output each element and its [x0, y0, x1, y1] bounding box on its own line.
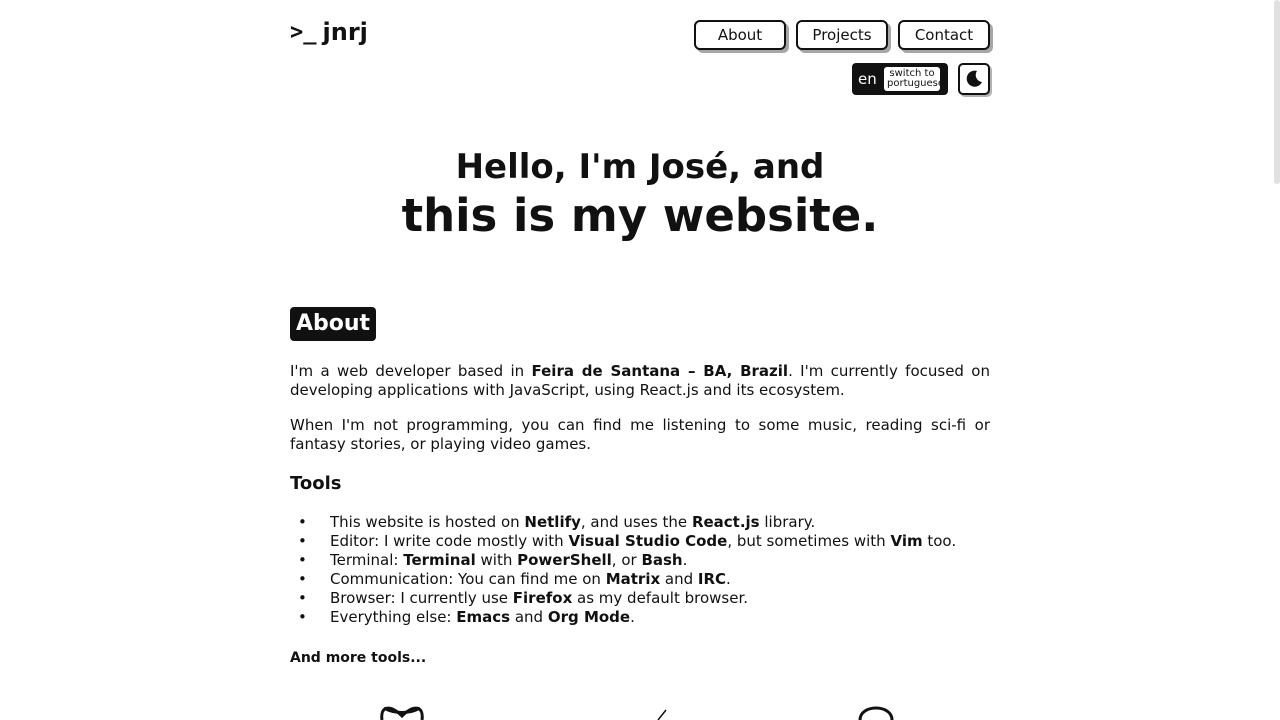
item-text: Everything else: — [330, 608, 457, 626]
item-bold: Vim — [890, 532, 923, 550]
switch-language-label-2: portuguese — [887, 78, 945, 89]
language-code: en — [858, 70, 877, 88]
item-text: , but sometimes with — [727, 532, 891, 550]
more-tools-icons — [290, 700, 990, 720]
list-item: Browser: I currently use Firefox as my d… — [298, 589, 956, 608]
about-p1-text-a: I'm a web developer based in — [290, 362, 532, 380]
main-nav: About Projects Contact — [694, 20, 990, 50]
hero-heading: Hello, I'm José, and this is my website. — [290, 144, 990, 242]
about-location: Feira de Santana – BA, Brazil — [531, 362, 789, 380]
tool-logo-icon — [380, 706, 424, 720]
language-toggle[interactable]: en switch to portuguese — [852, 63, 948, 95]
list-item: Editor: I write code mostly with Visual … — [298, 532, 957, 551]
nav-about-button[interactable]: About — [694, 20, 786, 50]
list-item: Everything else: Emacs and Org Mode. — [298, 608, 956, 627]
theme-toggle-button[interactable] — [958, 63, 990, 95]
item-bold: Bash — [641, 551, 683, 569]
tools-heading: Tools — [290, 473, 342, 494]
about-paragraph-2: When I'm not programming, you can find m… — [290, 416, 990, 453]
scrollbar[interactable] — [1274, 0, 1280, 184]
nav-contact-button[interactable]: Contact — [898, 20, 990, 50]
more-tools-label: And more tools... — [290, 650, 427, 666]
list-item: Terminal: Terminal with PowerShell, or B… — [298, 551, 956, 570]
item-text: and — [660, 570, 698, 588]
switch-language-button[interactable]: switch to portuguese — [884, 67, 944, 91]
nav-projects-button[interactable]: Projects — [796, 20, 888, 50]
item-text: , and uses the — [580, 513, 692, 531]
item-text: Browser: I currently use — [330, 589, 513, 607]
site-name: jnrj — [322, 18, 368, 46]
hero-line-1: Hello, I'm José, and — [455, 147, 825, 187]
item-bold: Org Mode — [547, 608, 631, 626]
item-bold: Netlify — [524, 513, 581, 531]
tool-logo-icon — [657, 709, 667, 720]
item-bold: Emacs — [456, 608, 511, 626]
item-text: Communication: You can find me on — [330, 570, 606, 588]
item-text: Terminal: — [330, 551, 404, 569]
tools-list: This website is hosted on Netlify, and u… — [298, 513, 957, 627]
moon-icon — [966, 70, 982, 87]
list-item: This website is hosted on Netlify, and u… — [298, 513, 956, 532]
item-text: library. — [759, 513, 816, 531]
item-text: as my default browser. — [572, 589, 749, 607]
terminal-prompt-icon: >_ — [290, 19, 317, 45]
item-bold: PowerShell — [517, 551, 612, 569]
item-text: . — [630, 608, 635, 626]
item-text: too. — [922, 532, 957, 550]
item-text: with — [475, 551, 518, 569]
item-text: , or — [611, 551, 642, 569]
hero-line-2: this is my website. — [401, 189, 879, 242]
item-bold: React.js — [691, 513, 760, 531]
item-text: . — [682, 551, 688, 569]
item-bold: Matrix — [605, 570, 661, 588]
about-paragraph-1: I'm a web developer based in Feira de Sa… — [290, 362, 990, 400]
item-text: and — [510, 608, 548, 626]
item-text: This website is hosted on — [330, 513, 525, 531]
item-bold: Terminal — [403, 551, 476, 569]
item-bold: IRC — [697, 570, 727, 588]
item-bold: Visual Studio Code — [568, 532, 728, 550]
site-logo[interactable]: >_ jnrj — [290, 18, 368, 46]
page: >_ jnrj About Projects Contact en switch… — [290, 0, 990, 720]
item-text: . — [726, 570, 731, 588]
list-item: Communication: You can find me on Matrix… — [298, 570, 956, 589]
tool-logo-icon — [858, 706, 894, 720]
about-section-title: About — [290, 307, 377, 341]
item-bold: Firefox — [512, 589, 573, 607]
item-text: Editor: I write code mostly with — [330, 532, 569, 550]
